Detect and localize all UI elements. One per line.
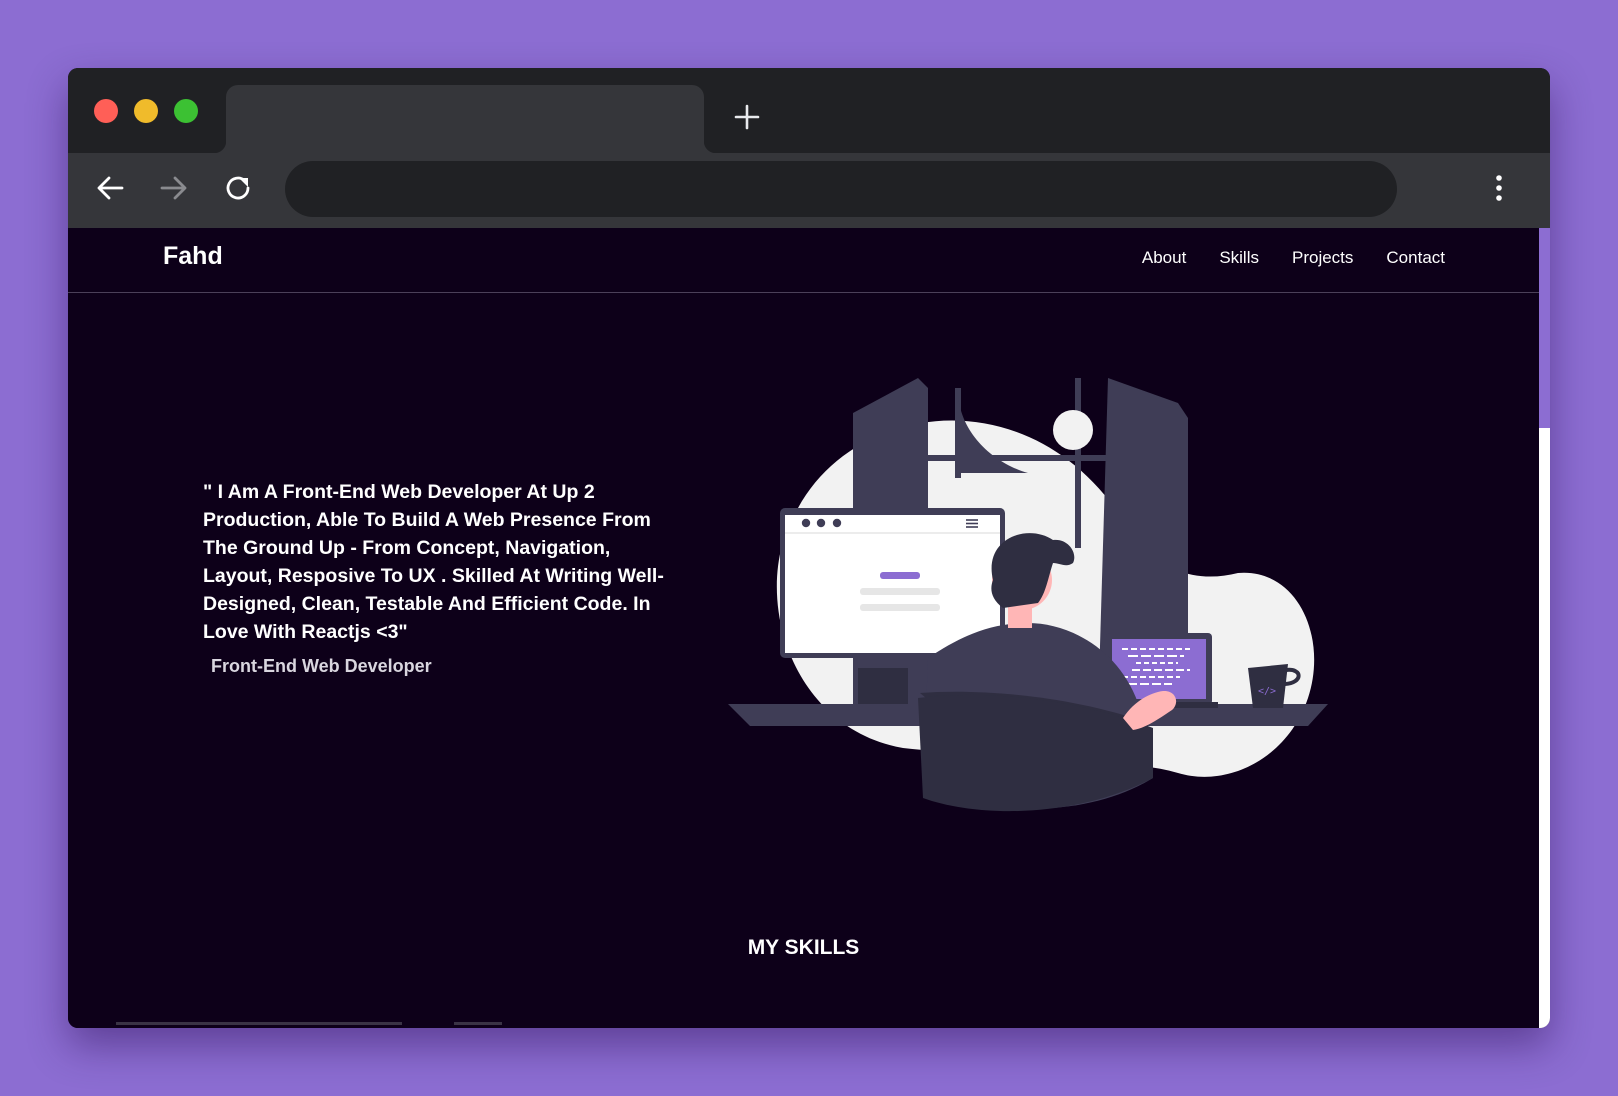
arrow-right-icon[interactable]	[157, 171, 191, 205]
site-brand[interactable]: Fahd	[163, 242, 223, 271]
browser-toolbar	[68, 153, 1550, 228]
hero-role-text: Front-End Web Developer	[211, 656, 432, 676]
reload-icon[interactable]	[221, 171, 255, 205]
scrollbar-thumb[interactable]	[1539, 228, 1550, 428]
nav-link-projects[interactable]: Projects	[1292, 248, 1353, 268]
skills-section-title: MY SKILLS	[747, 936, 860, 959]
arrow-left-icon[interactable]	[93, 171, 127, 205]
nav-link-skills[interactable]: Skills	[1219, 248, 1259, 268]
site-navbar: Fahd About Skills Projects Contact	[68, 228, 1539, 293]
kebab-menu-icon[interactable]	[1482, 171, 1516, 205]
developer-illustration: </>	[728, 378, 1328, 812]
skill-bar	[116, 1022, 402, 1025]
nav-link-contact[interactable]: Contact	[1386, 248, 1445, 268]
nav-link-about[interactable]: About	[1142, 248, 1186, 268]
svg-text:</>: </>	[1258, 686, 1276, 697]
skill-bar	[454, 1022, 502, 1025]
page-scrollbar[interactable]	[1539, 228, 1550, 1028]
close-window-button[interactable]	[94, 99, 118, 123]
address-bar[interactable]	[285, 161, 1397, 217]
skills-preview	[116, 1022, 516, 1026]
hero-intro-text: " I Am A Front-End Web Developer At Up 2…	[203, 481, 664, 643]
browser-window: Fahd About Skills Projects Contact " I A…	[68, 68, 1550, 1028]
tab-bar	[68, 68, 1550, 153]
browser-tab[interactable]	[214, 85, 716, 153]
minimize-window-button[interactable]	[134, 99, 158, 123]
site-nav-links: About Skills Projects Contact	[1142, 248, 1445, 268]
plus-icon[interactable]	[734, 104, 760, 130]
maximize-window-button[interactable]	[174, 99, 198, 123]
page-viewport: Fahd About Skills Projects Contact " I A…	[68, 228, 1539, 1028]
